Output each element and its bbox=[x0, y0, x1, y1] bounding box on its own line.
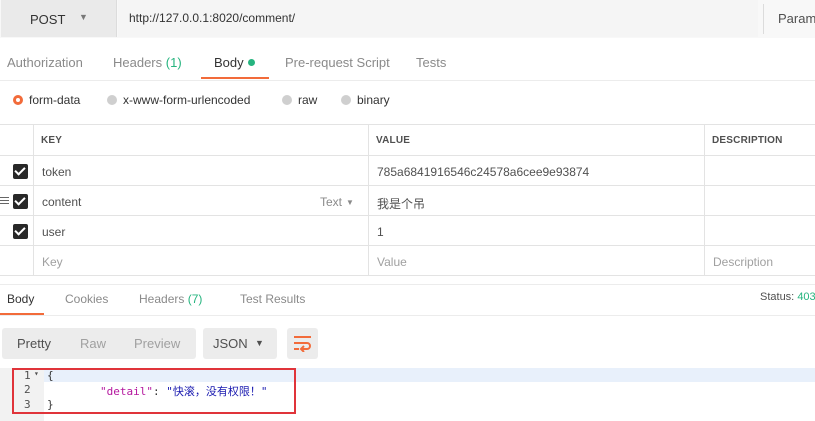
new-value-input[interactable]: Value bbox=[377, 255, 407, 269]
tab-prerequest-script[interactable]: Pre-request Script bbox=[285, 55, 390, 70]
response-tab-headers[interactable]: Headers (7) bbox=[139, 292, 202, 306]
new-description-input[interactable]: Description bbox=[713, 255, 773, 269]
radio-form-data[interactable]: form-data bbox=[13, 93, 80, 107]
view-preview-button[interactable]: Preview bbox=[134, 336, 180, 351]
column-header-value: VALUE bbox=[376, 135, 411, 146]
tab-headers-count: (1) bbox=[165, 55, 182, 70]
key-type-select[interactable]: Text ▼ bbox=[320, 195, 354, 209]
divider bbox=[33, 124, 34, 276]
radio-icon bbox=[282, 95, 292, 105]
radio-form-data-label: form-data bbox=[29, 93, 81, 107]
view-pretty-button[interactable]: Pretty bbox=[17, 336, 51, 351]
url-input[interactable]: http://127.0.0.1:8020/comment/ bbox=[118, 0, 758, 37]
params-button[interactable]: Params bbox=[778, 11, 815, 26]
params-table: KEY VALUE DESCRIPTION token 785a68419165… bbox=[0, 124, 815, 276]
divider bbox=[0, 155, 815, 156]
wrap-lines-button[interactable] bbox=[287, 328, 318, 359]
key-type-label: Text bbox=[320, 195, 343, 209]
radio-icon bbox=[341, 95, 351, 105]
drag-handle-icon[interactable] bbox=[0, 197, 9, 206]
divider bbox=[368, 124, 369, 276]
radio-binary[interactable]: binary bbox=[341, 93, 390, 107]
tab-tests[interactable]: Tests bbox=[416, 55, 446, 70]
divider bbox=[0, 245, 815, 246]
tab-body[interactable]: Body bbox=[214, 55, 255, 70]
value-cell[interactable]: 我是个吊 bbox=[377, 195, 425, 212]
response-tab-body[interactable]: Body bbox=[7, 292, 34, 306]
divider bbox=[0, 80, 815, 81]
key-cell[interactable]: token bbox=[42, 165, 71, 179]
key-cell[interactable]: user bbox=[42, 225, 65, 239]
response-tab-headers-label: Headers bbox=[139, 292, 185, 306]
tab-headers[interactable]: Headers (1) bbox=[113, 55, 182, 70]
radio-raw[interactable]: raw bbox=[282, 93, 317, 107]
chevron-down-icon: ▼ bbox=[79, 12, 88, 22]
key-cell[interactable]: content bbox=[42, 195, 81, 209]
response-tab-headers-count: (7) bbox=[187, 292, 203, 306]
column-header-key: KEY bbox=[41, 135, 63, 146]
status-code: 403 bbox=[797, 291, 815, 303]
url-text: http://127.0.0.1:8020/comment/ bbox=[129, 11, 296, 25]
divider bbox=[0, 284, 815, 285]
divider bbox=[0, 215, 815, 216]
response-tab-test-results[interactable]: Test Results bbox=[240, 292, 305, 306]
divider bbox=[0, 275, 815, 276]
radio-selected-icon bbox=[13, 95, 23, 105]
divider bbox=[0, 185, 815, 186]
divider bbox=[704, 124, 705, 276]
value-cell[interactable]: 1 bbox=[377, 225, 384, 239]
radio-raw-label: raw bbox=[298, 93, 318, 107]
method-select[interactable]: POST ▼ bbox=[1, 0, 117, 37]
annotation-highlight-box bbox=[12, 368, 296, 414]
divider bbox=[763, 4, 764, 34]
active-tab-indicator bbox=[201, 77, 269, 79]
view-raw-button[interactable]: Raw bbox=[80, 336, 106, 351]
format-select[interactable]: JSON ▼ bbox=[203, 328, 277, 359]
modified-dot-icon bbox=[247, 59, 255, 66]
row-checkbox[interactable] bbox=[13, 224, 28, 239]
column-header-description: DESCRIPTION bbox=[712, 135, 783, 146]
chevron-down-icon: ▼ bbox=[255, 338, 264, 348]
row-checkbox[interactable] bbox=[13, 194, 28, 209]
status-indicator: Status: 403 bbox=[760, 291, 815, 303]
radio-urlencoded-label: x-www-form-urlencoded bbox=[123, 93, 251, 107]
radio-urlencoded[interactable]: x-www-form-urlencoded bbox=[107, 93, 250, 107]
response-tab-cookies[interactable]: Cookies bbox=[65, 292, 108, 306]
view-mode-group: Pretty Raw Preview bbox=[2, 328, 196, 359]
tab-headers-label: Headers bbox=[113, 55, 163, 70]
tab-authorization[interactable]: Authorization bbox=[7, 55, 83, 70]
status-label: Status: bbox=[760, 291, 795, 303]
radio-binary-label: binary bbox=[357, 93, 390, 107]
value-cell[interactable]: 785a6841916546c24578a6cee9e93874 bbox=[377, 165, 589, 179]
radio-icon bbox=[107, 95, 117, 105]
divider bbox=[0, 315, 815, 316]
row-checkbox[interactable] bbox=[13, 164, 28, 179]
chevron-down-icon: ▼ bbox=[346, 198, 354, 207]
method-label: POST bbox=[30, 12, 66, 27]
divider bbox=[0, 124, 815, 125]
new-key-input[interactable]: Key bbox=[42, 255, 63, 269]
tab-body-label: Body bbox=[214, 55, 244, 70]
wrap-lines-icon bbox=[294, 336, 311, 352]
format-label: JSON bbox=[213, 336, 248, 351]
